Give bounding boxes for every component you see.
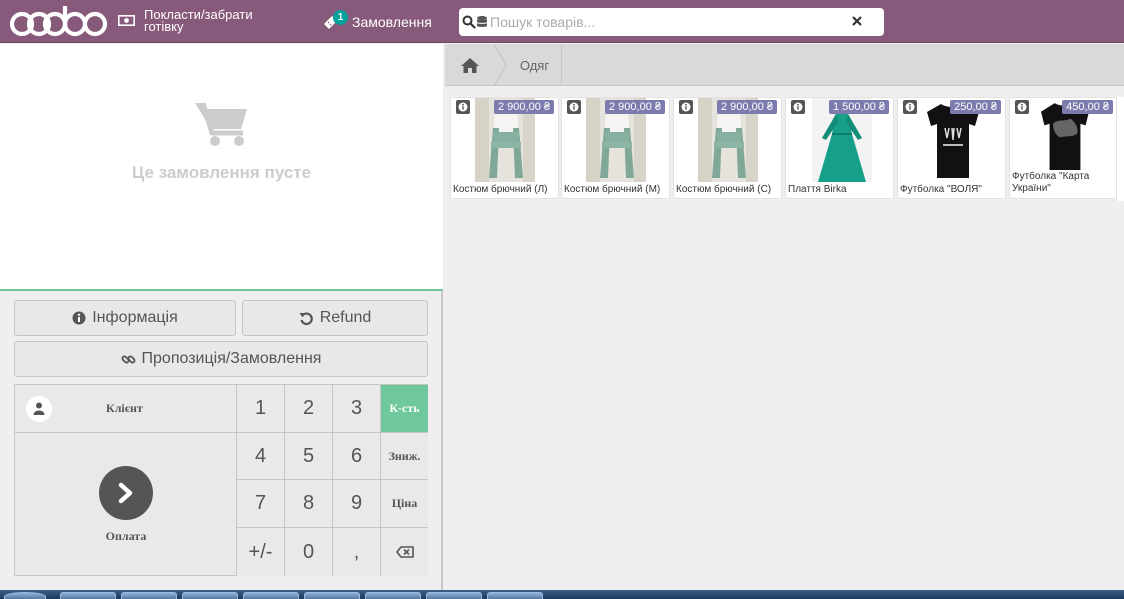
product-card[interactable]: 2 900,00 ₴ Костюм брючний (М) (561, 97, 670, 199)
taskbar-item[interactable] (487, 592, 543, 599)
taskbar-item[interactable] (60, 592, 116, 599)
order-pane: Це замовлення пусте Інформація Refund Пр… (0, 44, 443, 590)
numpad-key-3[interactable]: 3 (333, 385, 381, 433)
info-icon[interactable] (679, 100, 693, 114)
product-name: Костюм брючний (Л) (453, 184, 548, 195)
taskbar-item[interactable] (182, 592, 238, 599)
top-bar: Покласти/забрати готівку 1 Замовлення (0, 0, 1124, 43)
link-icon (121, 355, 135, 363)
orders-button[interactable]: Замовлення (352, 14, 432, 30)
products-pane: Одяг 2 900,00 ₴ Костюм брючний (Л) 2 900… (445, 44, 1124, 590)
info-circle-icon (72, 311, 86, 325)
numpad-key-comma[interactable]: , (333, 528, 381, 576)
product-name: Футболка "Карта України" (1012, 171, 1090, 194)
product-card[interactable]: 450,00 ₴ Футболка "Карта України" (1009, 97, 1118, 199)
numpad-key-9[interactable]: 9 (333, 480, 381, 528)
taskbar-item[interactable] (121, 592, 177, 599)
mode-price-button[interactable]: Ціна (381, 480, 428, 528)
backspace-button[interactable] (381, 528, 428, 576)
product-card[interactable]: 250,00 ₴ Футболка "ВОЛЯ" (897, 97, 1006, 199)
numpad-key-1[interactable]: 1 (237, 385, 285, 433)
action-pad: Клієнт Оплата 1 2 3 К-сть 4 5 6 Зниж. 7 … (14, 384, 428, 576)
chevron-right-icon (118, 482, 133, 504)
product-price: 250,00 ₴ (950, 100, 1001, 114)
undo-icon (299, 312, 313, 325)
numpad-key-6[interactable]: 6 (333, 433, 381, 480)
product-list: 2 900,00 ₴ Костюм брючний (Л) 2 900,00 ₴… (450, 97, 1124, 201)
close-icon[interactable] (850, 14, 864, 28)
home-icon (461, 57, 479, 73)
numpad-key-plus-minus[interactable]: +/- (237, 528, 285, 576)
payment-circle (99, 466, 153, 520)
empty-order-message: Це замовлення пусте (131, 163, 312, 182)
breadcrumb-separator (493, 44, 507, 86)
info-icon[interactable] (1015, 100, 1029, 114)
home-category-button[interactable] (445, 44, 495, 86)
numpad-key-4[interactable]: 4 (237, 433, 285, 480)
info-icon[interactable] (456, 100, 470, 114)
product-card[interactable]: 2 900,00 ₴ Костюм брючний (Л) (450, 97, 559, 199)
product-search-box (459, 8, 884, 36)
mode-quantity-button[interactable]: К-сть (381, 385, 428, 433)
start-button[interactable] (4, 592, 46, 599)
product-name: Костюм брючний (М) (564, 184, 661, 195)
product-price: 2 900,00 ₴ (717, 100, 777, 114)
product-price: 450,00 ₴ (1062, 100, 1113, 114)
numpad-key-2[interactable]: 2 (285, 385, 333, 433)
product-card[interactable]: 1 500,00 ₴ Плаття Birka (785, 97, 894, 199)
product-card[interactable]: 2 900,00 ₴ Костюм брючний (С) (673, 97, 782, 199)
os-taskbar (0, 590, 1124, 599)
info-button-label: Інформація (92, 309, 178, 326)
cash-in-out-label: Покласти/забрати готівку (144, 7, 253, 34)
database-icon (477, 16, 487, 27)
product-price: 2 900,00 ₴ (494, 100, 554, 114)
search-input[interactable] (490, 10, 830, 34)
numpad-key-7[interactable]: 7 (237, 480, 285, 528)
product-card-partial[interactable] (1116, 97, 1124, 201)
info-button[interactable]: Інформація (14, 300, 236, 336)
customer-button[interactable]: Клієнт (15, 385, 237, 433)
quotation-order-button[interactable]: Пропозиція/Замовлення (14, 341, 428, 377)
backspace-icon (395, 546, 414, 558)
cash-in-out-button[interactable]: Покласти/забрати готівку (118, 7, 284, 37)
cart-icon (195, 102, 247, 146)
numpad: 1 2 3 К-сть 4 5 6 Зниж. 7 8 9 Ціна +/- 0… (237, 385, 428, 576)
info-icon[interactable] (567, 100, 581, 114)
quotation-order-label: Пропозиція/Замовлення (141, 350, 322, 367)
numpad-key-0[interactable]: 0 (285, 528, 333, 576)
product-price: 1 500,00 ₴ (829, 100, 889, 114)
numpad-key-5[interactable]: 5 (285, 433, 333, 480)
breadcrumb-category[interactable]: Одяг (508, 44, 562, 86)
customer-label: Клієнт (106, 401, 143, 415)
payment-button[interactable]: Оплата (15, 433, 237, 576)
orders-count-badge: 1 (333, 10, 348, 25)
taskbar-item[interactable] (304, 592, 360, 599)
mode-discount-button[interactable]: Зниж. (381, 433, 428, 480)
numpad-key-8[interactable]: 8 (285, 480, 333, 528)
taskbar-item[interactable] (243, 592, 299, 599)
info-icon[interactable] (903, 100, 917, 114)
user-icon (26, 395, 52, 422)
search-icon (462, 15, 476, 29)
money-icon (118, 15, 135, 26)
product-name: Костюм брючний (С) (676, 184, 772, 195)
order-lines-area: Це замовлення пусте (0, 44, 443, 291)
product-name: Плаття Birka (788, 184, 847, 195)
info-icon[interactable] (791, 100, 805, 114)
category-breadcrumb: Одяг (445, 44, 1124, 86)
odoo-logo (9, 6, 108, 37)
refund-button[interactable]: Refund (242, 300, 428, 336)
refund-button-label: Refund (319, 309, 372, 326)
taskbar-item[interactable] (365, 592, 421, 599)
payment-label: Оплата (105, 529, 147, 543)
product-price: 2 900,00 ₴ (605, 100, 665, 114)
product-name: Футболка "ВОЛЯ" (900, 184, 982, 195)
taskbar-item[interactable] (426, 592, 482, 599)
